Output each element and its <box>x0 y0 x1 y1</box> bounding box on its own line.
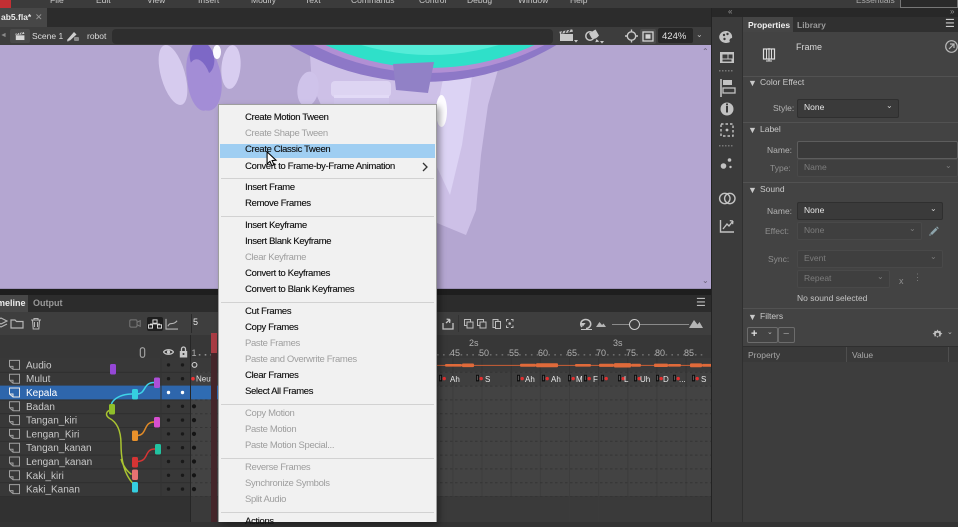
svg-text:Tangan_kiri: Tangan_kiri <box>26 416 77 427</box>
svg-text:L: L <box>624 375 629 384</box>
svg-text:D: D <box>663 375 669 384</box>
svg-text:Audio: Audio <box>26 360 52 371</box>
svg-text:S: S <box>701 375 706 384</box>
svg-text:Badan: Badan <box>26 402 55 413</box>
svg-text:Kaki_Kanan: Kaki_Kanan <box>26 485 80 496</box>
svg-text:Mulut: Mulut <box>26 374 51 385</box>
svg-text:Lengan_Kiri: Lengan_Kiri <box>26 429 79 440</box>
svg-text:Tangan_kanan: Tangan_kanan <box>26 443 92 454</box>
svg-text:F: F <box>593 375 598 384</box>
svg-text:Uh: Uh <box>640 375 650 384</box>
svg-text:Ah: Ah <box>551 375 561 384</box>
svg-text:Ah: Ah <box>450 375 460 384</box>
svg-text:...: ... <box>679 375 686 384</box>
svg-text:Lengan_kanan: Lengan_kanan <box>26 457 92 468</box>
svg-text:M: M <box>576 375 583 384</box>
svg-text:Kaki_kiri: Kaki_kiri <box>26 471 64 482</box>
svg-text:Kepala: Kepala <box>26 388 58 399</box>
svg-text:S: S <box>485 375 490 384</box>
svg-text:Ah: Ah <box>525 375 535 384</box>
